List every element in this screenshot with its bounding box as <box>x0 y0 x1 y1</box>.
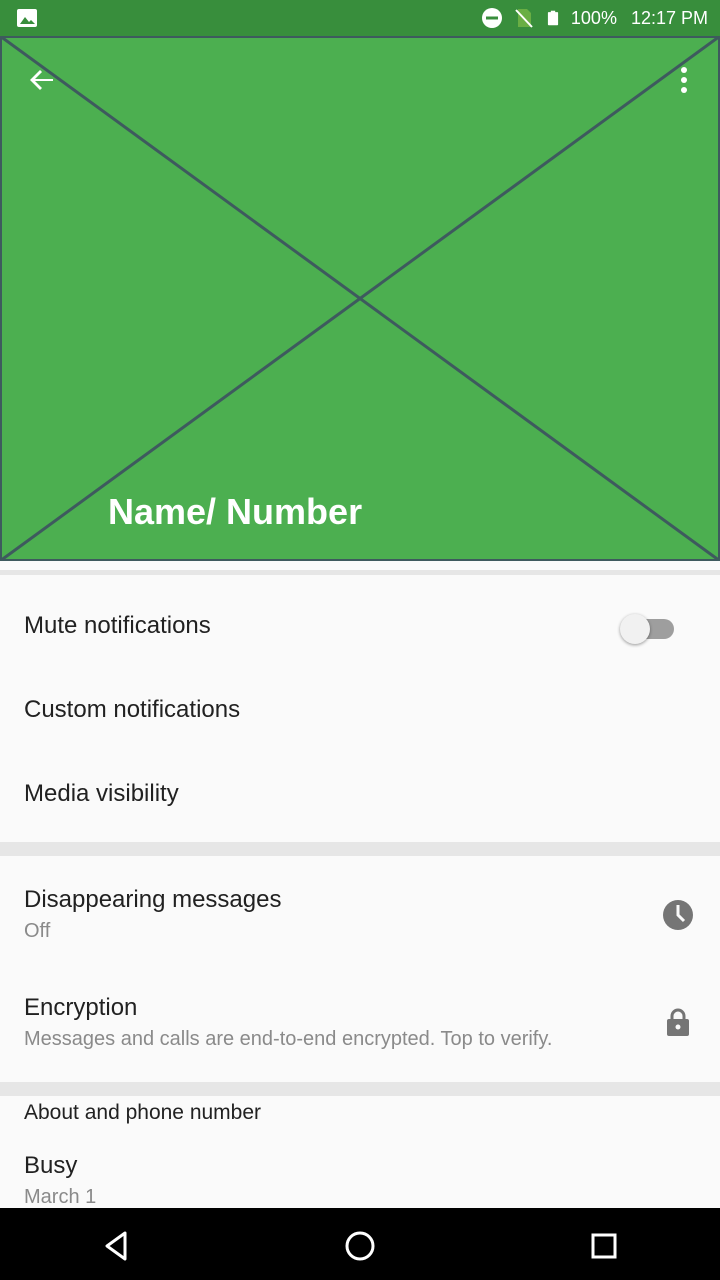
lock-icon <box>667 1008 689 1036</box>
back-button[interactable] <box>20 58 64 102</box>
about-date: March 1 <box>24 1186 97 1208</box>
contact-name: Name/ Number <box>108 491 363 532</box>
divider <box>0 1082 720 1096</box>
about-row[interactable]: Busy March 1 <box>0 1140 720 1208</box>
timer-icon <box>663 900 693 930</box>
divider <box>0 570 720 575</box>
battery-percent: 100% <box>570 7 617 28</box>
dnd-icon <box>481 8 502 28</box>
disappearing-messages-row[interactable]: Disappearing messages Off <box>0 870 720 960</box>
custom-notifications-row[interactable]: Custom notifications <box>0 674 720 748</box>
back-triangle-icon[interactable] <box>97 1226 137 1266</box>
media-visibility-label: Media visibility <box>24 780 179 807</box>
image-icon <box>17 9 37 27</box>
media-visibility-row[interactable]: Media visibility <box>0 758 720 832</box>
about-status: Busy <box>24 1152 78 1179</box>
divider <box>0 842 720 856</box>
contact-header-image[interactable]: Name/ Number <box>0 36 720 561</box>
encryption-row[interactable]: Encryption Messages and calls are end-to… <box>0 978 720 1068</box>
encryption-description: Messages and calls are end-to-end encryp… <box>24 1028 553 1050</box>
status-bar: 100% 12:17 PM <box>0 0 720 36</box>
disappearing-messages-label: Disappearing messages <box>24 886 282 913</box>
home-circle-icon[interactable] <box>340 1226 380 1266</box>
no-sim-icon <box>515 9 533 28</box>
mute-notifications-row[interactable]: Mute notifications <box>0 590 720 664</box>
custom-notifications-label: Custom notifications <box>24 696 241 723</box>
recents-square-icon[interactable] <box>584 1226 624 1266</box>
more-options-button[interactable] <box>668 58 700 102</box>
disappearing-messages-value: Off <box>24 920 51 942</box>
mute-notifications-toggle[interactable] <box>620 614 676 644</box>
battery-icon <box>547 10 558 26</box>
about-section-title: About and phone number <box>24 1101 262 1124</box>
encryption-label: Encryption <box>24 994 138 1021</box>
toggle-thumb <box>620 614 650 644</box>
navigation-bar <box>0 1208 720 1280</box>
mute-notifications-label: Mute notifications <box>24 612 211 639</box>
arrow-back-icon <box>30 70 53 90</box>
more-vert-icon <box>681 67 687 93</box>
image-placeholder-cross <box>0 36 720 561</box>
clock: 12:17 PM <box>630 7 708 28</box>
